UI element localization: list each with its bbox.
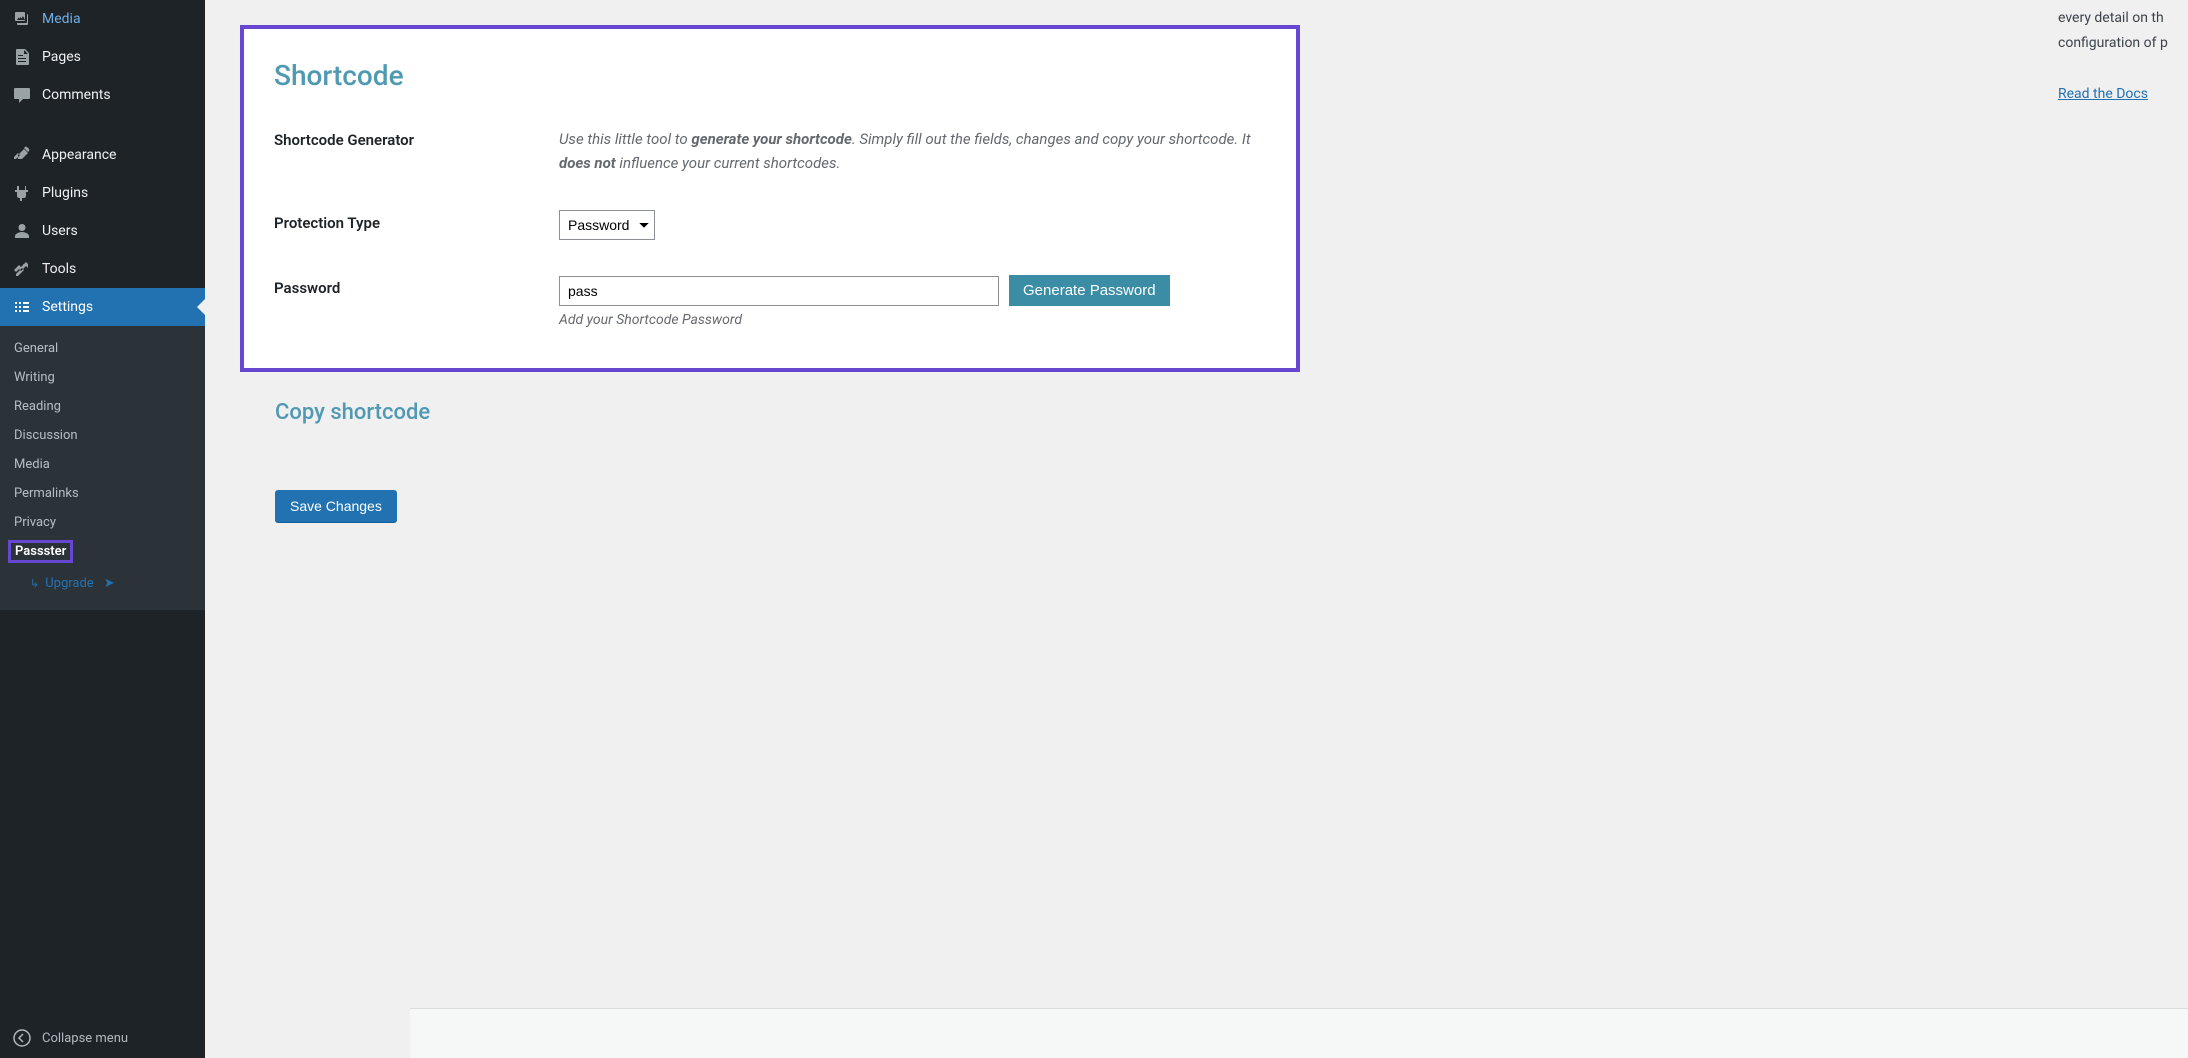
sidebar-item-settings[interactable]: Settings <box>0 288 205 326</box>
collapse-label: Collapse menu <box>42 1031 128 1046</box>
row-password: Password Generate Password Add your Shor… <box>274 275 1266 328</box>
shortcode-panel: Shortcode Shortcode Generator Use this l… <box>240 25 1300 372</box>
sidebar-item-label: Pages <box>42 49 81 65</box>
sub-item-general[interactable]: General <box>0 334 205 363</box>
sidebar-item-comments[interactable]: Comments <box>0 76 205 114</box>
copy-shortcode-link[interactable]: Copy shortcode <box>275 400 1300 425</box>
sidebar-item-label: Plugins <box>42 185 88 201</box>
generator-description: Use this little tool to generate your sh… <box>559 127 1266 175</box>
sidebar-item-label: Settings <box>42 299 93 315</box>
comments-icon <box>12 85 32 105</box>
sub-item-privacy[interactable]: Privacy <box>0 508 205 537</box>
users-icon <box>12 221 32 241</box>
tools-icon <box>12 259 32 279</box>
sidebar-item-users[interactable]: Users <box>0 212 205 250</box>
generator-label: Shortcode Generator <box>274 127 559 149</box>
appearance-icon <box>12 145 32 165</box>
sub-item-permalinks[interactable]: Permalinks <box>0 479 205 508</box>
sub-item-passster-highlight: Passster <box>8 540 73 563</box>
password-label: Password <box>274 275 559 297</box>
side-help-panel: every detail on th configuration of p Re… <box>2058 0 2188 102</box>
admin-menu: Media Pages Comments Appearance Plugins <box>0 0 205 1018</box>
settings-icon <box>12 297 32 317</box>
panel-heading: Shortcode <box>274 59 1266 92</box>
sub-item-passster[interactable]: Passster <box>15 544 66 559</box>
password-input[interactable] <box>559 276 999 306</box>
sidebar-item-pages[interactable]: Pages <box>0 38 205 76</box>
generate-password-button[interactable]: Generate Password <box>1009 275 1170 306</box>
sub-item-upgrade[interactable]: ↳ Upgrade ➤ <box>0 569 205 598</box>
plugins-icon <box>12 183 32 203</box>
settings-submenu: General Writing Reading Discussion Media… <box>0 326 205 610</box>
content-area: Shortcode Shortcode Generator Use this l… <box>205 0 2188 1058</box>
admin-footer <box>410 1008 2188 1058</box>
pages-icon <box>12 47 32 67</box>
password-helper-text: Add your Shortcode Password <box>559 312 1266 328</box>
sub-item-reading[interactable]: Reading <box>0 392 205 421</box>
protection-type-select[interactable]: Password <box>559 210 655 240</box>
collapse-menu[interactable]: Collapse menu <box>0 1018 205 1058</box>
sidebar-item-label: Media <box>42 11 81 27</box>
sidebar-item-plugins[interactable]: Plugins <box>0 174 205 212</box>
row-protection-type: Protection Type Password <box>274 210 1266 240</box>
upgrade-sub-icon: ↳ <box>30 577 39 590</box>
sidebar-item-label: Tools <box>42 261 76 277</box>
sub-item-discussion[interactable]: Discussion <box>0 421 205 450</box>
read-docs-link[interactable]: Read the Docs <box>2058 86 2148 102</box>
save-changes-button[interactable]: Save Changes <box>275 490 397 522</box>
collapse-icon <box>12 1028 32 1048</box>
sidebar-item-label: Appearance <box>42 147 116 163</box>
admin-sidebar: Media Pages Comments Appearance Plugins <box>0 0 205 1058</box>
sidebar-item-label: Users <box>42 223 78 239</box>
protection-type-label: Protection Type <box>274 210 559 232</box>
sidebar-item-tools[interactable]: Tools <box>0 250 205 288</box>
arrow-right-icon: ➤ <box>104 576 115 591</box>
sub-item-media[interactable]: Media <box>0 450 205 479</box>
sidebar-item-media[interactable]: Media <box>0 0 205 38</box>
media-icon <box>12 9 32 29</box>
sidebar-item-appearance[interactable]: Appearance <box>0 136 205 174</box>
row-generator: Shortcode Generator Use this little tool… <box>274 127 1266 175</box>
sidebar-item-label: Comments <box>42 87 111 103</box>
sub-item-writing[interactable]: Writing <box>0 363 205 392</box>
